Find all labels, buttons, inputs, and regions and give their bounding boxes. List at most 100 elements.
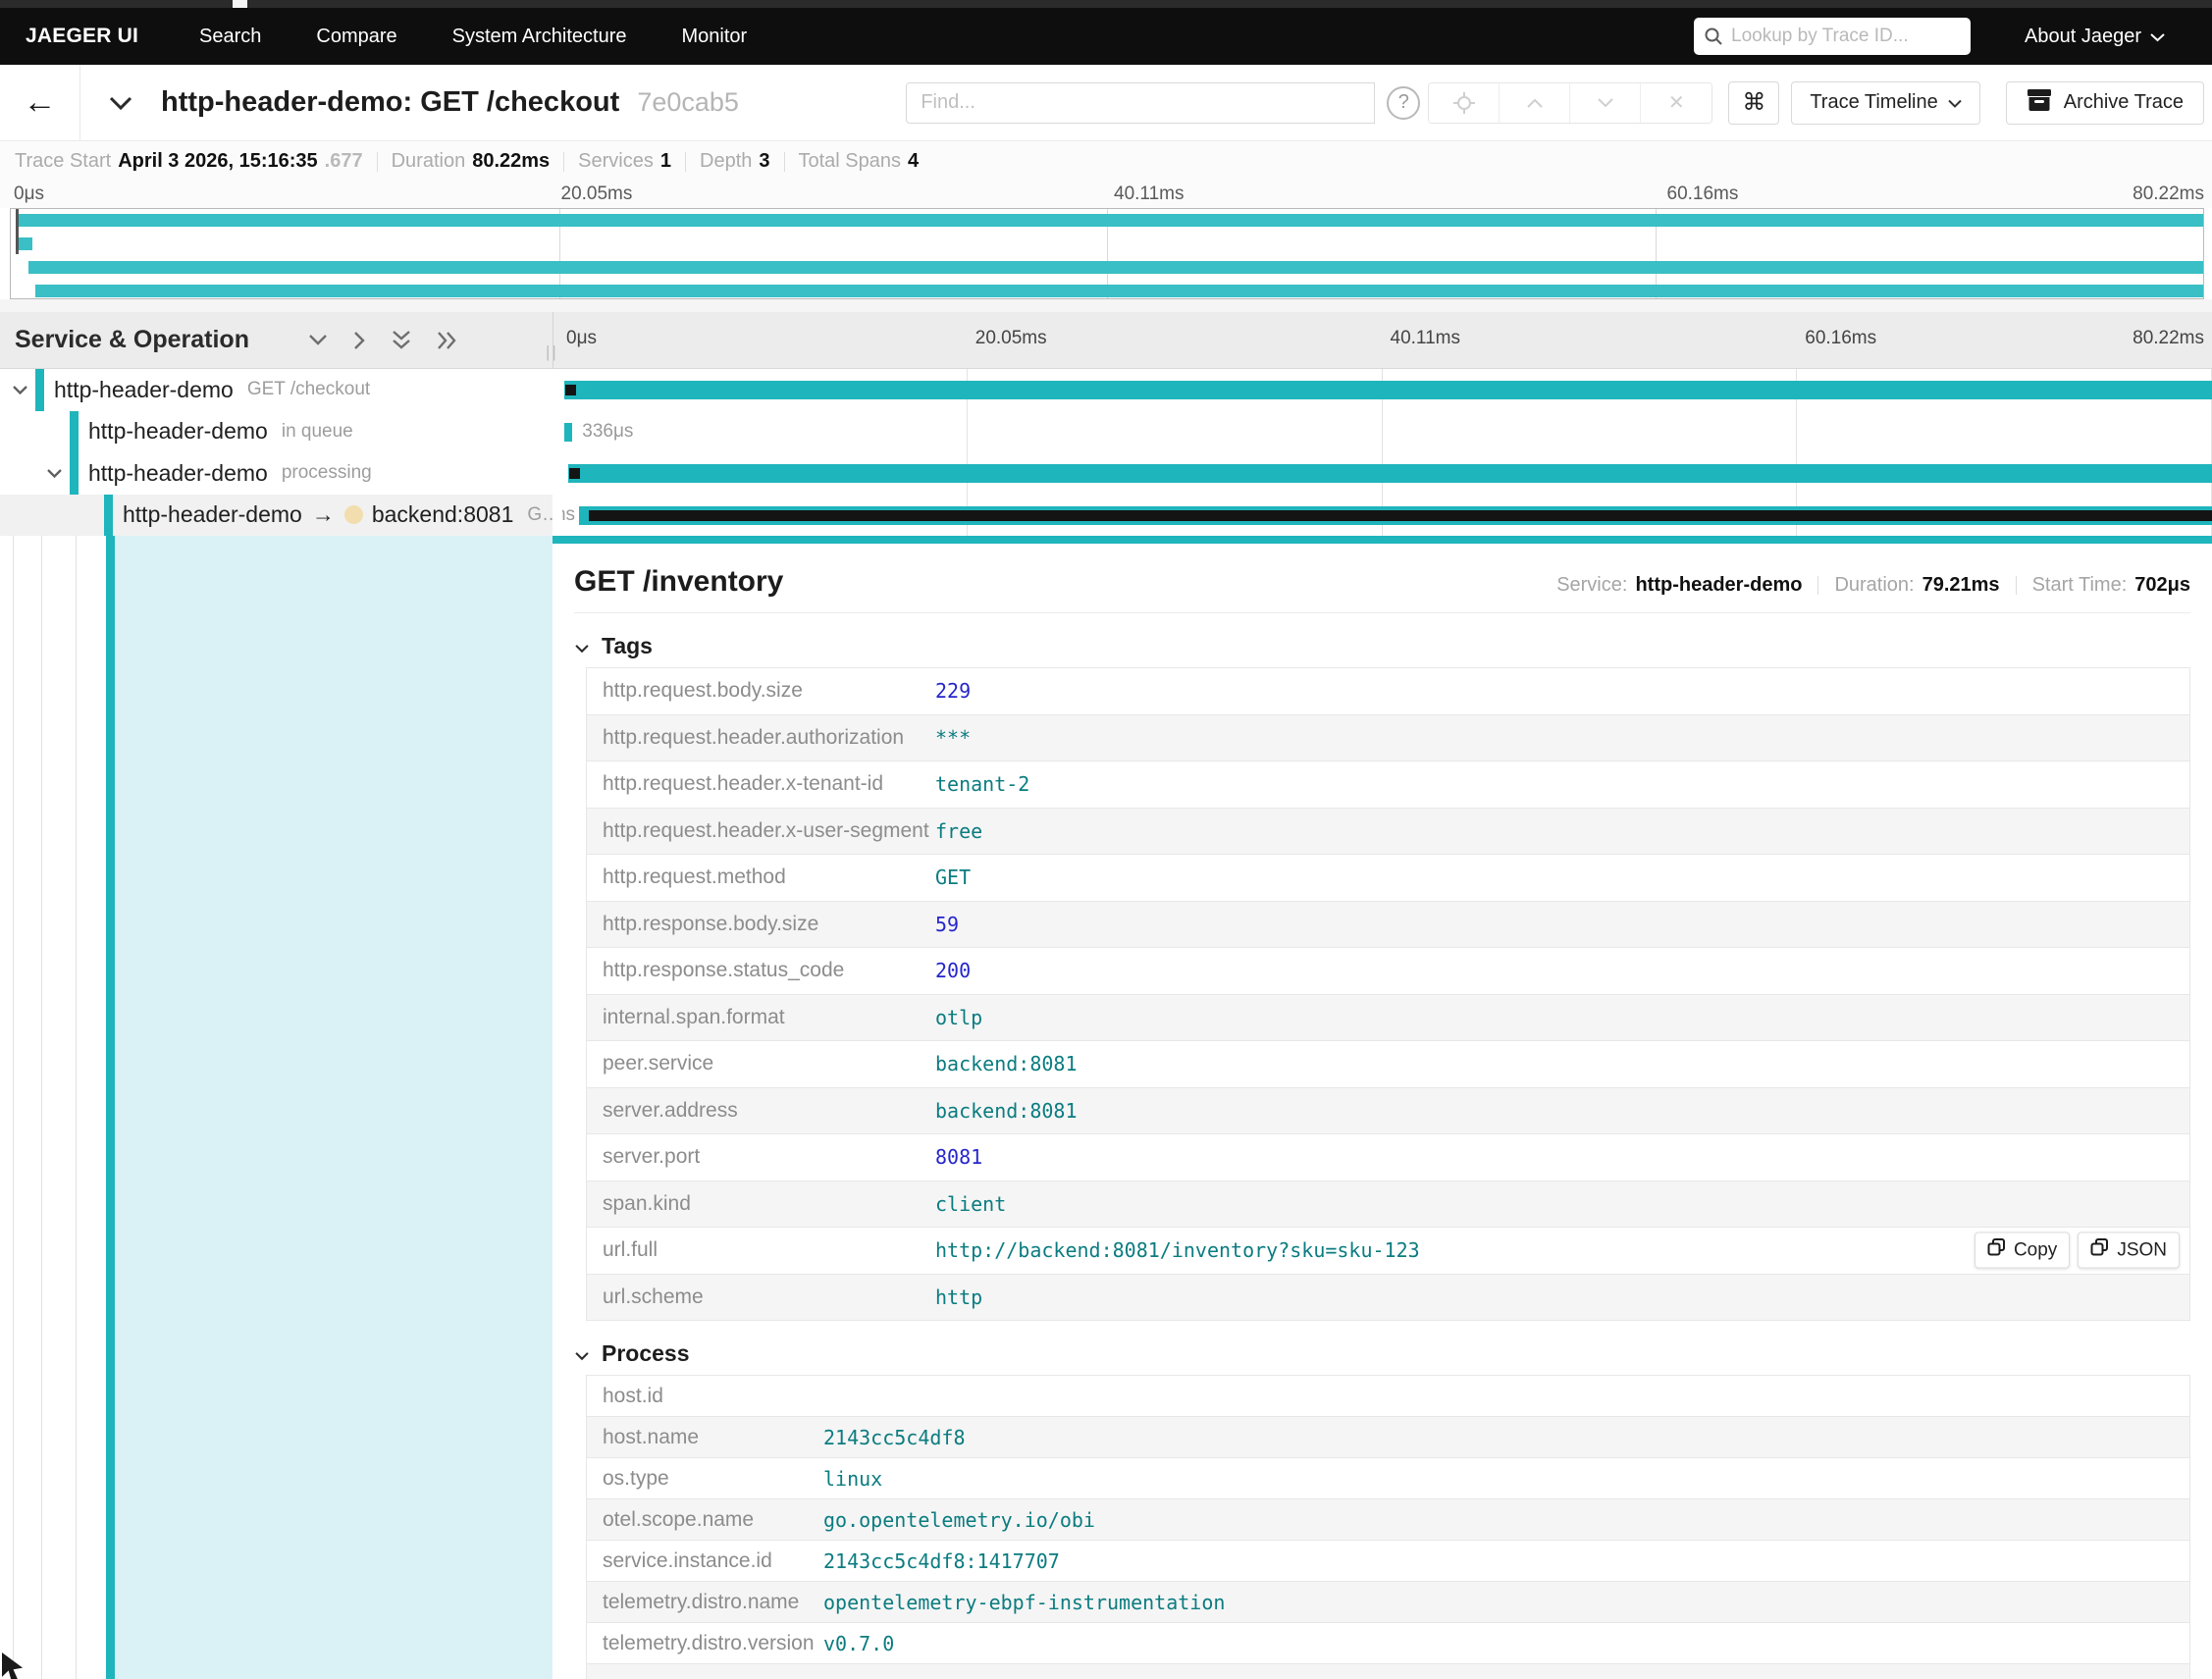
timeline-header-ticks: 0μs 20.05ms 40.11ms 60.16ms 80.22ms bbox=[553, 312, 2212, 368]
kv-row[interactable]: host.id bbox=[587, 1376, 2189, 1417]
kv-row[interactable]: url.full http://backend:8081/inventory?sk… bbox=[587, 1228, 2189, 1275]
timeline-tick-label: 80.22ms bbox=[2133, 184, 2204, 204]
collapse-trace-chevron-down-icon[interactable] bbox=[108, 95, 133, 111]
peer-service-dot bbox=[343, 505, 363, 525]
collapse-all-icon[interactable] bbox=[392, 330, 411, 350]
prev-result-button[interactable] bbox=[1500, 82, 1571, 123]
chevron-down-icon bbox=[574, 633, 590, 659]
span-duration-bar[interactable] bbox=[563, 422, 573, 442]
kv-row[interactable]: server.port 8081 bbox=[587, 1134, 2189, 1181]
find-nav-button-group: ✕ bbox=[1428, 81, 1713, 124]
chevron-down-icon bbox=[1948, 91, 1962, 114]
focus-span-button[interactable] bbox=[1429, 82, 1501, 123]
copy-button[interactable]: Copy bbox=[1974, 1232, 2071, 1269]
indent-guide bbox=[41, 536, 42, 1679]
json-button[interactable]: JSON bbox=[2078, 1232, 2180, 1269]
kv-row[interactable]: host.name 2143cc5c4df8 bbox=[587, 1417, 2189, 1458]
kv-row[interactable]: internal.span.format otlp bbox=[587, 994, 2189, 1041]
expand-all-icon[interactable] bbox=[437, 331, 457, 350]
detail-meta-value: 79.21ms bbox=[1922, 574, 2000, 596]
nav-item-compare[interactable]: Compare bbox=[316, 26, 396, 48]
minimap-drag-handle[interactable] bbox=[16, 209, 19, 254]
trace-lookup-box[interactable] bbox=[1694, 18, 1972, 55]
find-input[interactable] bbox=[906, 81, 1376, 124]
span-color-bar bbox=[70, 452, 79, 495]
kv-key: host.id bbox=[603, 1384, 663, 1407]
kv-row[interactable]: http.request.header.x-tenant-id tenant-2 bbox=[587, 761, 2189, 809]
kv-value: GET bbox=[935, 866, 972, 890]
kv-row[interactable]: http.response.status_code 200 bbox=[587, 948, 2189, 995]
kv-value: 8081 bbox=[935, 1145, 983, 1170]
clear-search-button[interactable]: ✕ bbox=[1641, 82, 1712, 123]
find-help-icon[interactable]: ? bbox=[1387, 85, 1421, 120]
span-row-timeline-cell[interactable]: 79.21ms bbox=[553, 495, 2212, 537]
kv-key: telemetry.distro.version bbox=[603, 1631, 815, 1654]
span-row-timeline-cell[interactable] bbox=[553, 369, 2212, 411]
span-row-timeline-cell[interactable] bbox=[553, 452, 2212, 495]
nav-item-monitor[interactable]: Monitor bbox=[681, 26, 747, 48]
collapse-one-icon[interactable] bbox=[308, 334, 328, 346]
span-row-tree-cell[interactable]: http-header-demo → backend:8081 GET ... bbox=[0, 494, 553, 536]
about-jaeger-menu[interactable]: About Jaeger bbox=[2025, 26, 2165, 48]
span-service-name: http-header-demo bbox=[54, 376, 234, 402]
kv-value: 59 bbox=[935, 912, 960, 936]
kv-row[interactable]: telemetry.distro.name opentelemetry-ebpf-… bbox=[587, 1582, 2189, 1623]
kv-key: telemetry.distro.name bbox=[603, 1590, 800, 1613]
kv-row[interactable]: http.request.body.size 229 bbox=[587, 668, 2189, 715]
span-service-name: http-header-demo bbox=[88, 418, 268, 445]
section-header-process[interactable]: Process bbox=[574, 1340, 690, 1367]
span-row[interactable]: http-header-demo GET /checkout bbox=[0, 369, 2212, 411]
kv-row[interactable]: span.kind client bbox=[587, 1181, 2189, 1228]
nav-item-system-architecture[interactable]: System Architecture bbox=[452, 26, 627, 48]
kv-key: http.request.header.x-tenant-id bbox=[603, 772, 884, 796]
expand-one-icon[interactable] bbox=[353, 331, 366, 350]
minimap-canvas[interactable] bbox=[10, 208, 2204, 299]
kv-row[interactable]: url.scheme http bbox=[587, 1274, 2189, 1321]
detail-meta-label: Duration: bbox=[1834, 574, 1915, 596]
span-row[interactable]: http-header-demo in queue 336μs bbox=[0, 410, 2212, 453]
span-duration-bar[interactable] bbox=[568, 464, 2212, 483]
kv-row[interactable]: http.request.method GET bbox=[587, 855, 2189, 902]
section-header-tags[interactable]: Tags bbox=[574, 633, 653, 659]
trace-meta-row: Trace Start April 3 2026, 15:16:35.677 Dur… bbox=[0, 141, 2212, 182]
chevron-down-icon bbox=[2150, 26, 2165, 48]
kv-value: free bbox=[935, 818, 983, 843]
trace-title-operation: GET /checkout bbox=[420, 86, 620, 118]
keyboard-shortcuts-button[interactable]: ⌘ bbox=[1728, 80, 1780, 125]
trace-lookup-input[interactable] bbox=[1731, 26, 1962, 47]
span-operation-name: processing bbox=[281, 462, 372, 484]
trace-view-select[interactable]: Trace Timeline bbox=[1791, 80, 1980, 125]
span-service-name: http-header-demo bbox=[123, 501, 302, 528]
kv-value: v0.7.0 bbox=[823, 1631, 895, 1655]
span-row-tree-cell[interactable]: http-header-demo in queue bbox=[0, 410, 553, 452]
kv-row[interactable]: server.address backend:8081 bbox=[587, 1087, 2189, 1134]
span-expander-chevron-down-icon[interactable] bbox=[46, 468, 63, 479]
span-row-tree-cell[interactable]: http-header-demo processing bbox=[0, 452, 553, 495]
span-operation-name: GET ... bbox=[527, 503, 553, 525]
span-row[interactable]: http-header-demo → backend:8081 GET ... 79.2… bbox=[0, 494, 2212, 537]
back-button[interactable]: ← bbox=[0, 65, 80, 140]
kv-row[interactable]: http.request.header.authorization *** bbox=[587, 714, 2189, 761]
span-row-tree-cell[interactable]: http-header-demo GET /checkout bbox=[0, 369, 553, 411]
span-duration-bar[interactable] bbox=[563, 381, 2212, 399]
service-operation-header: Service & Operation bbox=[15, 326, 249, 353]
kv-row[interactable]: telemetry.distro.version v0.7.0 bbox=[587, 1623, 2189, 1664]
kv-row[interactable]: http.response.body.size 59 bbox=[587, 901, 2189, 948]
kv-table-process: host.id host.name 2143cc5c4df8 os.type linux… bbox=[586, 1375, 2190, 1679]
span-row[interactable]: http-header-demo processing bbox=[0, 452, 2212, 495]
span-row-timeline-cell[interactable]: 336μs bbox=[553, 411, 2212, 453]
kv-row[interactable]: otel.scope.name go.opentelemetry.io/obi bbox=[587, 1499, 2189, 1541]
kv-row[interactable]: service.instance.id 2143cc5c4df8:1417707 bbox=[587, 1541, 2189, 1582]
app-logo[interactable]: JAEGER UI bbox=[26, 25, 138, 48]
kv-row[interactable]: peer.service backend:8081 bbox=[587, 1041, 2189, 1088]
kv-value: otlp bbox=[935, 1005, 983, 1029]
kv-row[interactable]: http.request.header.x-user-segment free bbox=[587, 808, 2189, 855]
kv-row[interactable]: os.type linux bbox=[587, 1458, 2189, 1499]
span-expander-chevron-down-icon[interactable] bbox=[12, 385, 28, 395]
nav-item-search[interactable]: Search bbox=[199, 26, 261, 48]
minimap-span-bar bbox=[17, 214, 2203, 227]
archive-trace-button[interactable]: Archive Trace bbox=[2005, 80, 2204, 125]
next-result-button[interactable] bbox=[1570, 82, 1642, 123]
meta-separator bbox=[376, 151, 378, 172]
span-detail-titlebar: GET /inventory Service: http-header-demo D… bbox=[574, 544, 2190, 613]
